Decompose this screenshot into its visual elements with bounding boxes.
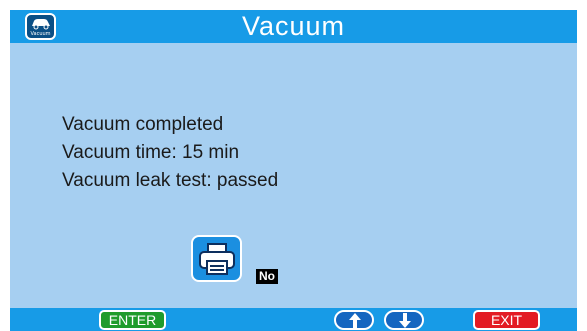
print-value: No [256,269,278,284]
vacuum-time-message: Vacuum time: 15 min [62,142,240,163]
printer-icon [199,243,235,275]
down-button[interactable] [384,310,424,330]
up-button[interactable] [334,310,374,330]
footer-bar: ENTER EXIT [10,308,577,331]
title-bar: Vacuum Vacuum [10,10,577,43]
page-title: Vacuum [241,11,346,41]
vacuum-screen: Vacuum Vacuum Vacuum completed Vacuum ti… [10,10,577,331]
arrow-up-icon [349,313,361,328]
enter-button[interactable]: ENTER [99,310,166,330]
print-button[interactable] [191,235,242,282]
exit-button[interactable]: EXIT [473,310,540,330]
status-message: Vacuum completed [62,114,224,135]
leak-test-message: Vacuum leak test: passed [62,170,279,191]
arrow-down-icon [399,313,411,328]
